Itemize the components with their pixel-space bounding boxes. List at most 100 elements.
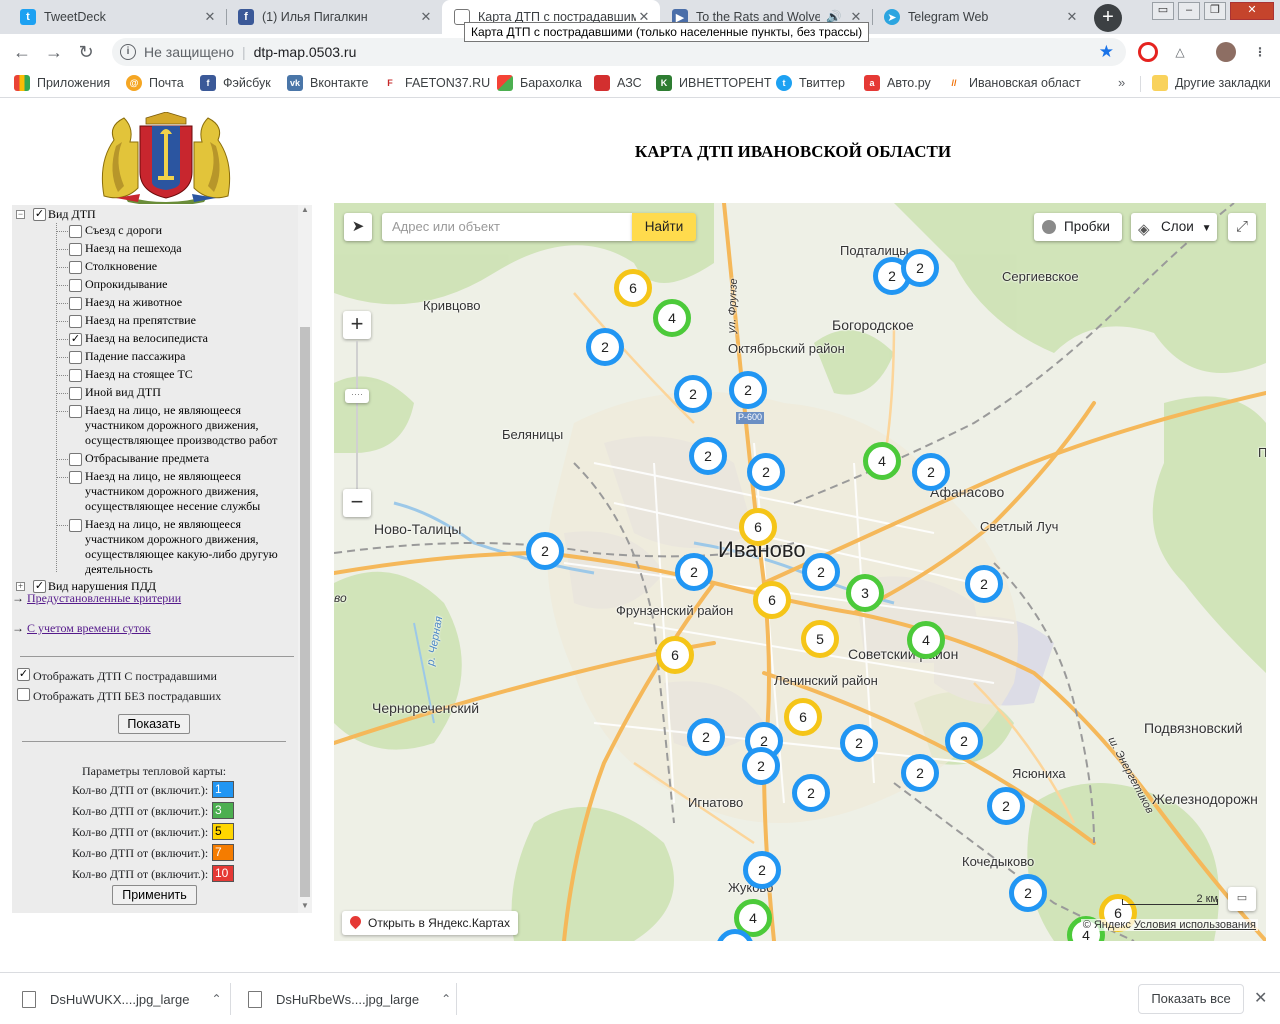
accident-cluster[interactable]: 2: [743, 851, 781, 889]
accident-cluster[interactable]: 2: [802, 553, 840, 591]
accident-cluster[interactable]: 4: [653, 299, 691, 337]
collapse-toggle[interactable]: −: [16, 210, 25, 219]
bookmark-other[interactable]: Другие закладки: [1152, 75, 1271, 91]
tab-telegram[interactable]: ➤ Telegram Web ✕: [872, 0, 1088, 34]
accident-cluster[interactable]: 2: [742, 747, 780, 785]
accident-cluster[interactable]: 5: [801, 620, 839, 658]
bookmarks-overflow-button[interactable]: »: [1118, 75, 1125, 90]
map-search-input[interactable]: Адрес или объект: [382, 213, 632, 241]
filter-checkbox[interactable]: [69, 261, 82, 274]
heat-threshold-input[interactable]: 1: [212, 781, 234, 798]
bookmark-autoru[interactable]: a Авто.ру: [864, 75, 931, 91]
ruler-button[interactable]: ▭: [1228, 887, 1256, 911]
scroll-up-arrow[interactable]: ▲: [298, 205, 312, 217]
open-in-yandex-button[interactable]: Открыть в Яндекс.Картах: [342, 911, 518, 935]
accident-cluster[interactable]: 2: [674, 375, 712, 413]
bookmark-facebook[interactable]: f Фэйсбук: [200, 75, 271, 91]
accident-cluster[interactable]: 2: [792, 774, 830, 812]
menu-icon[interactable]: ⋮: [1250, 42, 1270, 62]
bookmark-baraholka[interactable]: Барахолка: [497, 75, 582, 91]
bookmark-ivnet[interactable]: K ИВНЕТТОРЕНТ: [656, 75, 771, 91]
accident-cluster[interactable]: 6: [614, 269, 652, 307]
filter-checkbox[interactable]: [69, 453, 82, 466]
address-bar[interactable]: i Не защищено | dtp-map.0503.ru ★: [112, 38, 1126, 66]
accident-cluster[interactable]: 3: [846, 574, 884, 612]
heat-threshold-input[interactable]: 3: [212, 802, 234, 819]
accident-cluster[interactable]: 6: [784, 698, 822, 736]
bookmark-faeton[interactable]: F FAETON37.RU: [382, 75, 490, 91]
accident-cluster[interactable]: 2: [1009, 874, 1047, 912]
accident-cluster[interactable]: 2: [526, 532, 564, 570]
filter-checkbox[interactable]: [69, 351, 82, 364]
filter-checkbox[interactable]: [69, 387, 82, 400]
geolocation-button[interactable]: ➤: [344, 213, 372, 241]
filter-checkbox[interactable]: [69, 369, 82, 382]
filter-checkbox[interactable]: [69, 519, 82, 532]
accident-cluster[interactable]: 2: [987, 787, 1025, 825]
zoom-out-button[interactable]: −: [343, 489, 371, 517]
zoom-slider-track[interactable]: [356, 341, 358, 491]
terms-link[interactable]: Условия использования: [1134, 919, 1256, 931]
map[interactable]: Р-600 Подталицы Сергиевское Кривцово Богоро…: [334, 203, 1266, 941]
close-window-button[interactable]: ✕: [1230, 2, 1274, 20]
tab-facebook[interactable]: f (1) Илья Пигалкин ✕: [226, 0, 442, 34]
accident-cluster[interactable]: 2: [912, 453, 950, 491]
filter-checkbox[interactable]: [69, 279, 82, 292]
download-item[interactable]: DsHuRbeWs....jpg_large ⌃: [248, 983, 451, 1015]
accident-cluster[interactable]: 2: [675, 553, 713, 591]
accident-cluster[interactable]: 6: [656, 636, 694, 674]
bookmark-vk[interactable]: vk Вконтакте: [287, 75, 368, 91]
accident-cluster[interactable]: 2: [729, 371, 767, 409]
bookmark-star-icon[interactable]: ★: [1099, 42, 1114, 62]
accident-cluster[interactable]: 2: [747, 453, 785, 491]
accident-cluster[interactable]: 4: [863, 442, 901, 480]
traffic-button[interactable]: Пробки: [1034, 213, 1122, 241]
heat-threshold-input[interactable]: 5: [212, 823, 234, 840]
filter-checkbox[interactable]: [69, 243, 82, 256]
zoom-slider-handle[interactable]: ····: [345, 389, 369, 403]
close-icon[interactable]: ✕: [202, 9, 218, 25]
bookmark-apps[interactable]: Приложения: [14, 75, 110, 91]
accident-cluster[interactable]: 2: [689, 437, 727, 475]
scroll-thumb[interactable]: [300, 327, 310, 897]
reload-button[interactable]: ↻: [74, 40, 98, 64]
accident-cluster[interactable]: 4: [907, 621, 945, 659]
accident-cluster[interactable]: 2: [965, 565, 1003, 603]
new-tab-button[interactable]: +: [1094, 4, 1122, 32]
preset-criteria-link[interactable]: Предустановленные критерии: [27, 591, 181, 605]
accident-cluster[interactable]: 2: [945, 722, 983, 760]
show-injured-checkbox[interactable]: ✓: [17, 668, 30, 681]
bookmark-region[interactable]: // Ивановская област: [946, 75, 1081, 91]
close-icon[interactable]: ✕: [1254, 988, 1267, 1008]
accident-cluster[interactable]: 6: [739, 508, 777, 546]
filter-group-checkbox[interactable]: ✓: [33, 208, 46, 221]
show-button[interactable]: Показать: [118, 714, 190, 734]
opera-icon[interactable]: [1138, 42, 1158, 62]
layers-button[interactable]: ◈ Слои ▼: [1131, 213, 1217, 241]
filter-checkbox[interactable]: [69, 315, 82, 328]
zoom-in-button[interactable]: +: [343, 311, 371, 339]
filter-checkbox[interactable]: [69, 405, 82, 418]
accident-cluster[interactable]: 2: [586, 328, 624, 366]
time-of-day-link[interactable]: С учетом времени суток: [27, 621, 151, 635]
show-all-downloads-button[interactable]: Показать все: [1138, 984, 1244, 1014]
close-icon[interactable]: ✕: [418, 9, 434, 25]
accident-cluster[interactable]: 2: [901, 754, 939, 792]
profile-button[interactable]: ▭: [1152, 2, 1174, 20]
avatar[interactable]: [1216, 42, 1236, 62]
bookmark-mail[interactable]: @ Почта: [126, 75, 184, 91]
accident-cluster[interactable]: 2: [901, 249, 939, 287]
filter-checkbox[interactable]: ✓: [69, 333, 82, 346]
find-button[interactable]: Найти: [632, 213, 696, 241]
filter-checkbox[interactable]: [69, 297, 82, 310]
accident-cluster[interactable]: 2: [840, 724, 878, 762]
accident-cluster[interactable]: 6: [753, 581, 791, 619]
expand-toggle[interactable]: +: [16, 582, 25, 591]
chevron-up-icon[interactable]: ⌃: [441, 992, 451, 1006]
chevron-up-icon[interactable]: ⌃: [211, 992, 221, 1006]
apply-button[interactable]: Применить: [112, 885, 197, 905]
heat-threshold-input[interactable]: 10: [212, 865, 234, 882]
filter-checkbox[interactable]: [69, 225, 82, 238]
close-icon[interactable]: ✕: [1064, 9, 1080, 25]
accident-cluster[interactable]: 2: [687, 718, 725, 756]
